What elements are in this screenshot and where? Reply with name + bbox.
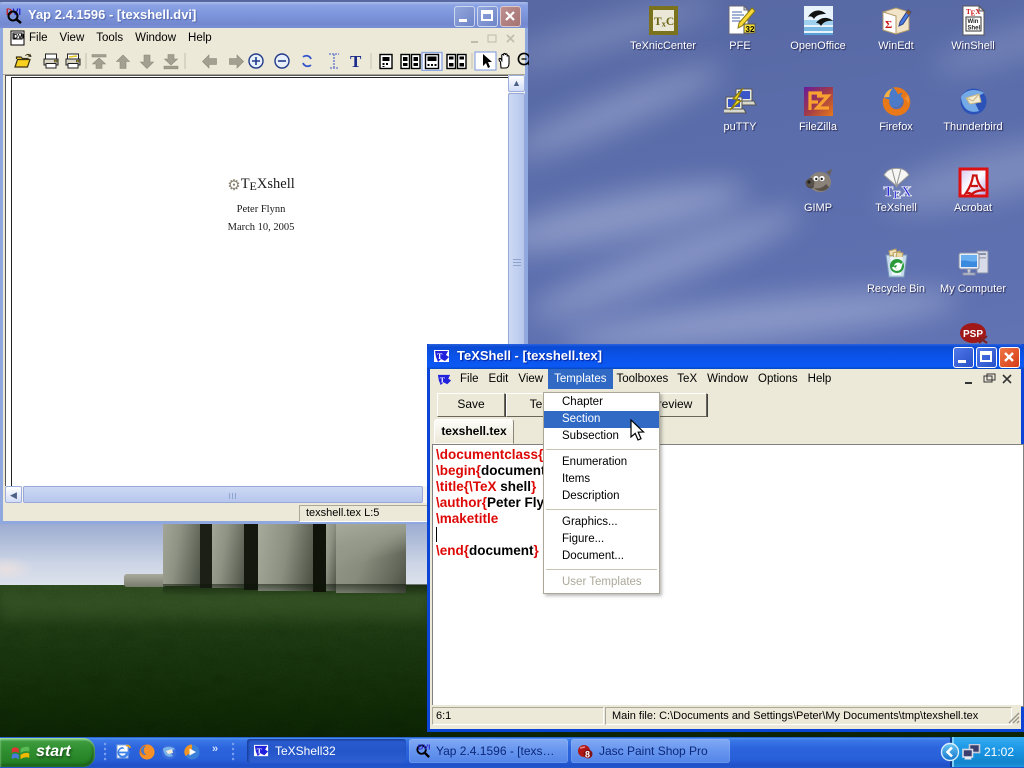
- svg-text:Σ: Σ: [885, 19, 892, 31]
- svg-text:Win: Win: [967, 19, 978, 25]
- svg-text:8: 8: [585, 750, 590, 760]
- svg-text:32: 32: [745, 25, 754, 34]
- svg-text:T: T: [440, 375, 445, 384]
- svg-text:T: T: [350, 52, 362, 71]
- svg-text:TEX: TEX: [883, 184, 912, 199]
- svg-text:DVI: DVI: [13, 34, 24, 41]
- svg-text:T: T: [257, 746, 262, 755]
- svg-text:TxC: TxC: [654, 16, 674, 29]
- svg-text:T: T: [437, 352, 443, 361]
- svg-text:DVI: DVI: [418, 743, 431, 752]
- svg-text:Shell: Shell: [967, 26, 982, 32]
